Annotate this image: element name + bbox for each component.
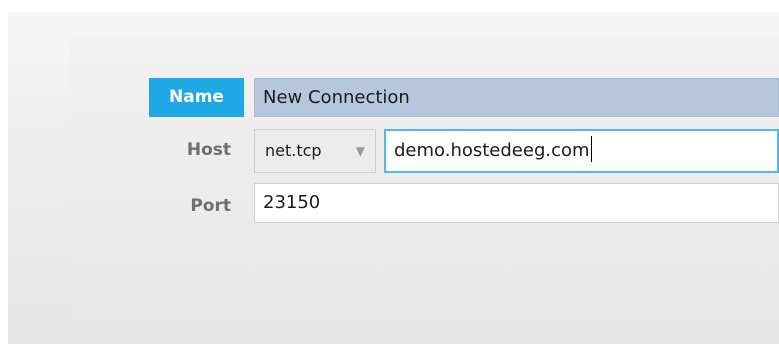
chevron-down-icon: ▼: [355, 144, 365, 158]
window: Name New Connection Host net.tcp ▼ demo.…: [0, 0, 779, 344]
text-cursor: [590, 136, 592, 162]
port-label: Port: [190, 196, 231, 216]
name-label: Name: [149, 78, 244, 117]
name-field[interactable]: New Connection: [254, 78, 779, 117]
host-input[interactable]: demo.hostedeeg.com: [384, 129, 779, 173]
port-input-value: 23150: [263, 192, 321, 213]
host-label: Host: [186, 140, 231, 160]
port-input[interactable]: 23150: [254, 183, 779, 223]
connection-panel: [8, 12, 779, 344]
protocol-select-value: net.tcp: [265, 141, 322, 160]
host-input-value: demo.hostedeeg.com: [394, 140, 590, 161]
name-field-value: New Connection: [263, 87, 410, 108]
protocol-select[interactable]: net.tcp ▼: [254, 129, 376, 173]
